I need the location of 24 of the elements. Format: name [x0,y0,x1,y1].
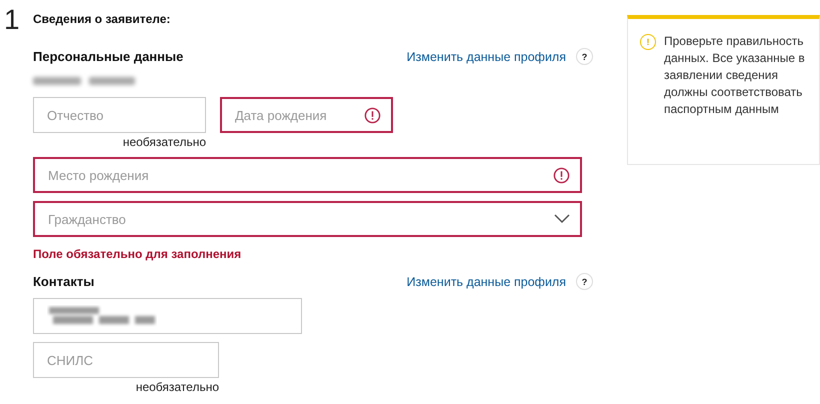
text-input[interactable]: Дата рождения [235,108,364,122]
notice-text: Проверьте правильность данных. Все указанные в заявлении сведения должны соответствовать паспортным данным [664,33,806,118]
text-input[interactable]: Место рождения [48,168,553,182]
section-heading: Персональные данные [33,49,184,64]
section-title: Сведения о заявителе: [33,12,172,26]
select-field[interactable]: Гражданство [33,201,582,237]
input-field[interactable]: Дата рождения [220,97,393,133]
step-number: 1 [3,3,21,37]
error-icon [364,106,381,124]
error-icon [553,166,570,184]
help-icon[interactable]: ? [576,273,593,290]
warning-icon: ! [640,34,656,50]
select-input[interactable]: Гражданство [48,212,554,226]
input-field[interactable]: Место рождения [33,157,582,193]
text-input[interactable]: СНИЛС [47,352,208,368]
text-input[interactable]: Отчество [47,108,195,122]
edit-profile-link[interactable]: Изменить данные профиля [406,274,566,288]
optional-hint: необязательно [136,380,219,394]
help-icon[interactable]: ? [576,48,593,65]
optional-hint: необязательно [122,135,206,149]
section-heading: Контакты [33,274,96,289]
error-message: Поле обязательно для заполнения [33,247,242,261]
chevron-down-icon[interactable] [554,214,570,224]
edit-profile-link[interactable]: Изменить данные профиля [406,50,566,64]
